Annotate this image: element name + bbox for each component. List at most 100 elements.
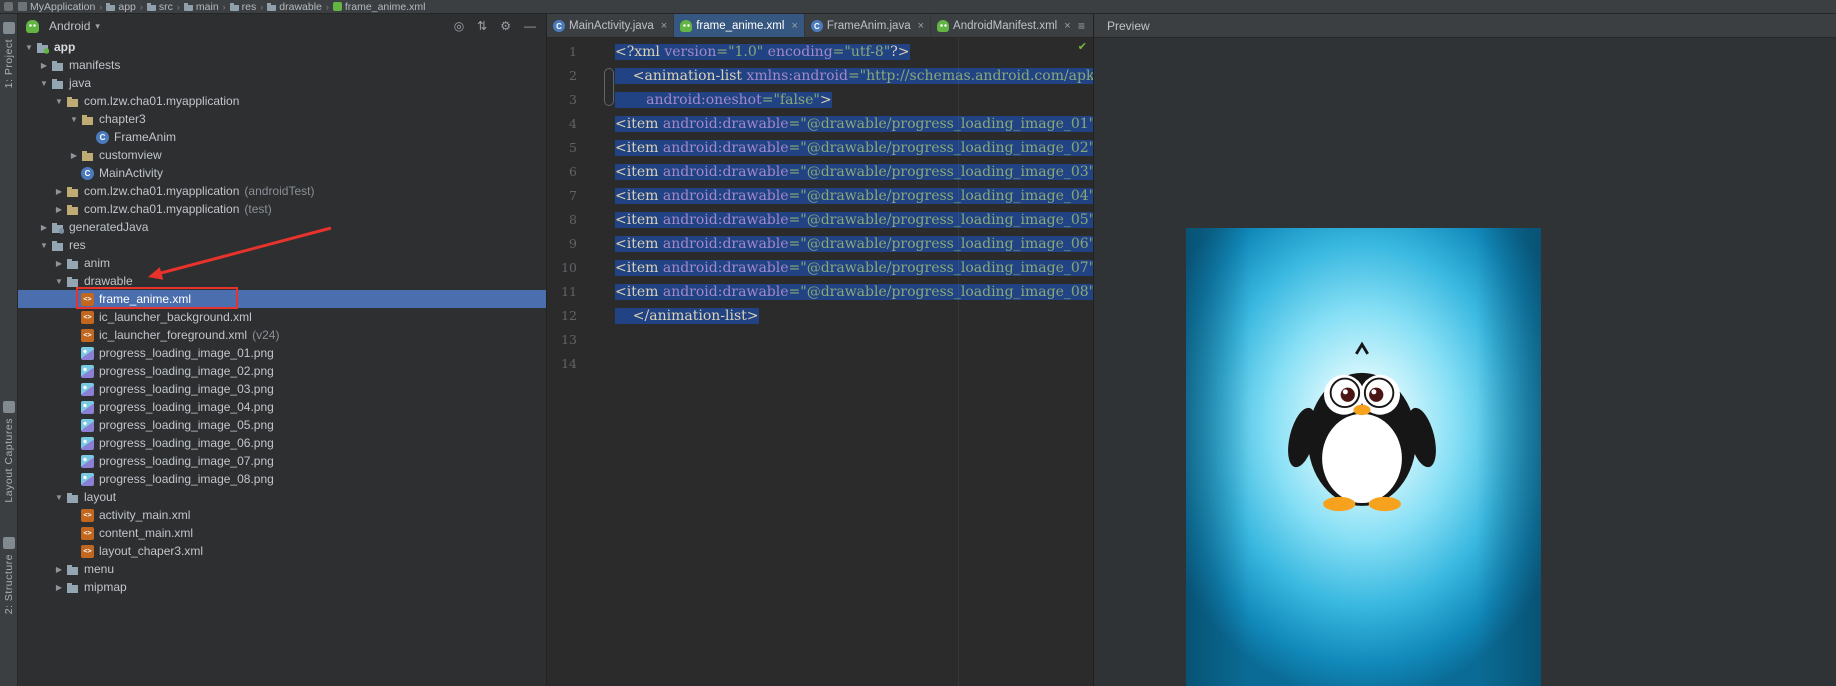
close-icon[interactable]: ×	[661, 20, 667, 32]
tree-item[interactable]: ▶ com.lzw.cha01.myapplication (androidTest…	[18, 182, 546, 200]
tree-item[interactable]: layout_chaper3.xml	[18, 542, 546, 560]
gutter-fold-area	[577, 304, 615, 328]
hide-panel-icon[interactable]: —	[524, 14, 536, 38]
settings-icon[interactable]: ⚙	[500, 14, 511, 38]
tree-item[interactable]: content_main.xml	[18, 524, 546, 542]
tree-item[interactable]: ▶ manifests	[18, 56, 546, 74]
expand-icon[interactable]: ▶	[52, 259, 66, 268]
code-token: <item	[615, 140, 663, 156]
tab-list-icon[interactable]: ≡	[1070, 14, 1093, 37]
tree-item-label: progress_loading_image_03.png	[99, 382, 274, 396]
code-token: ="@drawable/progress_loading_image_05"	[788, 212, 1093, 228]
code-line[interactable]: 3 android:oneshot="false">	[547, 88, 1093, 112]
code-line[interactable]: 8 <item android:drawable="@drawable/progr…	[547, 208, 1093, 232]
locate-file-icon[interactable]: ◎	[454, 14, 464, 38]
tree-item[interactable]: progress_loading_image_05.png	[18, 416, 546, 434]
package-icon	[66, 94, 79, 108]
tree-item[interactable]: ▼ app	[18, 38, 546, 56]
tree-item[interactable]: ▼ chapter3	[18, 110, 546, 128]
collapse-icon[interactable]: ▼	[37, 241, 51, 250]
project-panel-toolbar: ◎ ⇅ ⚙ —	[454, 14, 536, 38]
collapse-icon[interactable]: ▼	[22, 43, 36, 52]
editor-tab[interactable]: frame_anime.xml ×	[674, 14, 805, 37]
code-text: <item android:drawable="@drawable/progre…	[615, 160, 1093, 184]
project-view-selector[interactable]: Android	[49, 19, 90, 33]
chevron-down-icon[interactable]: ▾	[95, 21, 100, 32]
tree-item[interactable]: ▶ com.lzw.cha01.myapplication (test)	[18, 200, 546, 218]
tree-item[interactable]: ▼ com.lzw.cha01.myapplication	[18, 92, 546, 110]
code-text: <item android:drawable="@drawable/progre…	[615, 256, 1093, 280]
collapse-icon[interactable]: ▼	[52, 277, 66, 286]
breadcrumb-item[interactable]: MyApplication	[18, 1, 95, 13]
editor-tab[interactable]: MainActivity.java ×	[547, 14, 675, 37]
tool-window-button[interactable]: Layout Captures	[2, 397, 15, 507]
breadcrumb-item[interactable]: res	[229, 1, 256, 13]
collapse-icon[interactable]: ▼	[37, 79, 51, 88]
code-line[interactable]: 6 <item android:drawable="@drawable/progr…	[547, 160, 1093, 184]
tool-window-button[interactable]: 1: Project	[2, 18, 15, 92]
expand-icon[interactable]: ▶	[37, 61, 51, 70]
code-line[interactable]: 14	[547, 352, 1093, 376]
expand-icon[interactable]: ▶	[52, 565, 66, 574]
code-line[interactable]: 10 <item android:drawable="@drawable/prog…	[547, 256, 1093, 280]
breadcrumb-item[interactable]: frame_anime.xml	[332, 1, 425, 13]
tree-item[interactable]: progress_loading_image_04.png	[18, 398, 546, 416]
tree-item[interactable]: ic_launcher_background.xml	[18, 308, 546, 326]
tree-item[interactable]: ic_launcher_foreground.xml (v24)	[18, 326, 546, 344]
tree-item[interactable]: progress_loading_image_03.png	[18, 380, 546, 398]
project-panel: Android ▾ ◎ ⇅ ⚙ — ▼ app ▶ manifests ▼ java ▼ com.l…	[18, 14, 547, 686]
tool-window-button[interactable]: 2: Structure	[2, 533, 15, 618]
collapse-icon[interactable]: ▼	[52, 97, 66, 106]
code-line[interactable]: 13	[547, 328, 1093, 352]
tree-item[interactable]: activity_main.xml	[18, 506, 546, 524]
close-icon[interactable]: ×	[791, 20, 797, 32]
tree-item[interactable]: ▼ drawable	[18, 272, 546, 290]
tree-item[interactable]: frame_anime.xml	[18, 290, 546, 308]
preview-title[interactable]: Preview	[1107, 19, 1150, 33]
close-icon[interactable]: ×	[918, 20, 924, 32]
breadcrumb-item[interactable]: src	[146, 1, 173, 13]
collapse-icon[interactable]: ▼	[67, 115, 81, 124]
tree-item[interactable]: progress_loading_image_07.png	[18, 452, 546, 470]
expand-icon[interactable]: ▶	[52, 583, 66, 592]
tree-item[interactable]: FrameAnim	[18, 128, 546, 146]
tree-item[interactable]: progress_loading_image_01.png	[18, 344, 546, 362]
tree-item[interactable]: ▼ res	[18, 236, 546, 254]
tree-item-label: java	[69, 76, 92, 90]
breadcrumb-item[interactable]: main	[183, 1, 219, 13]
code-line[interactable]: 2 <animation-list xmlns:android="http://…	[547, 64, 1093, 88]
tree-item[interactable]: ▶ customview	[18, 146, 546, 164]
editor-tab[interactable]: AndroidManifest.xml ×	[931, 14, 1070, 37]
tree-item[interactable]: progress_loading_image_06.png	[18, 434, 546, 452]
package-icon	[81, 148, 94, 162]
tree-item[interactable]: ▶ mipmap	[18, 578, 546, 596]
expand-icon[interactable]: ▶	[67, 151, 81, 160]
editor-tab[interactable]: FrameAnim.java ×	[805, 14, 932, 37]
fold-range-marker[interactable]	[604, 68, 614, 106]
code-line[interactable]: 1 <?xml version="1.0" encoding="utf-8"?>	[547, 40, 1093, 64]
code-line[interactable]: 4 <item android:drawable="@drawable/progr…	[547, 112, 1093, 136]
class-icon	[810, 19, 823, 32]
tree-item[interactable]: ▼ java	[18, 74, 546, 92]
breadcrumb-item[interactable]: drawable	[267, 1, 322, 13]
breadcrumb-item[interactable]: app	[106, 1, 136, 13]
collapse-icon[interactable]: ▼	[52, 493, 66, 502]
tree-item[interactable]: ▼ layout	[18, 488, 546, 506]
expand-icon[interactable]: ▶	[52, 187, 66, 196]
expand-icon[interactable]: ▶	[37, 223, 51, 232]
tree-item[interactable]: ▶ anim	[18, 254, 546, 272]
code-line[interactable]: 5 <item android:drawable="@drawable/progr…	[547, 136, 1093, 160]
code-line[interactable]: 9 <item android:drawable="@drawable/progr…	[547, 232, 1093, 256]
code-line[interactable]: 7 <item android:drawable="@drawable/progr…	[547, 184, 1093, 208]
code-line[interactable]: 11 <item android:drawable="@drawable/prog…	[547, 280, 1093, 304]
tree-item[interactable]: ▶ generatedJava	[18, 218, 546, 236]
tree-item[interactable]: progress_loading_image_08.png	[18, 470, 546, 488]
code-line[interactable]: 12 </animation-list>	[547, 304, 1093, 328]
tree-item[interactable]: MainActivity	[18, 164, 546, 182]
tree-item[interactable]: progress_loading_image_02.png	[18, 362, 546, 380]
tree-item-label: mipmap	[84, 580, 127, 594]
code-editor[interactable]: 1 <?xml version="1.0" encoding="utf-8"?> 2…	[547, 38, 1093, 686]
tree-item[interactable]: ▶ menu	[18, 560, 546, 578]
sort-icon[interactable]: ⇅	[477, 14, 487, 38]
expand-icon[interactable]: ▶	[52, 205, 66, 214]
